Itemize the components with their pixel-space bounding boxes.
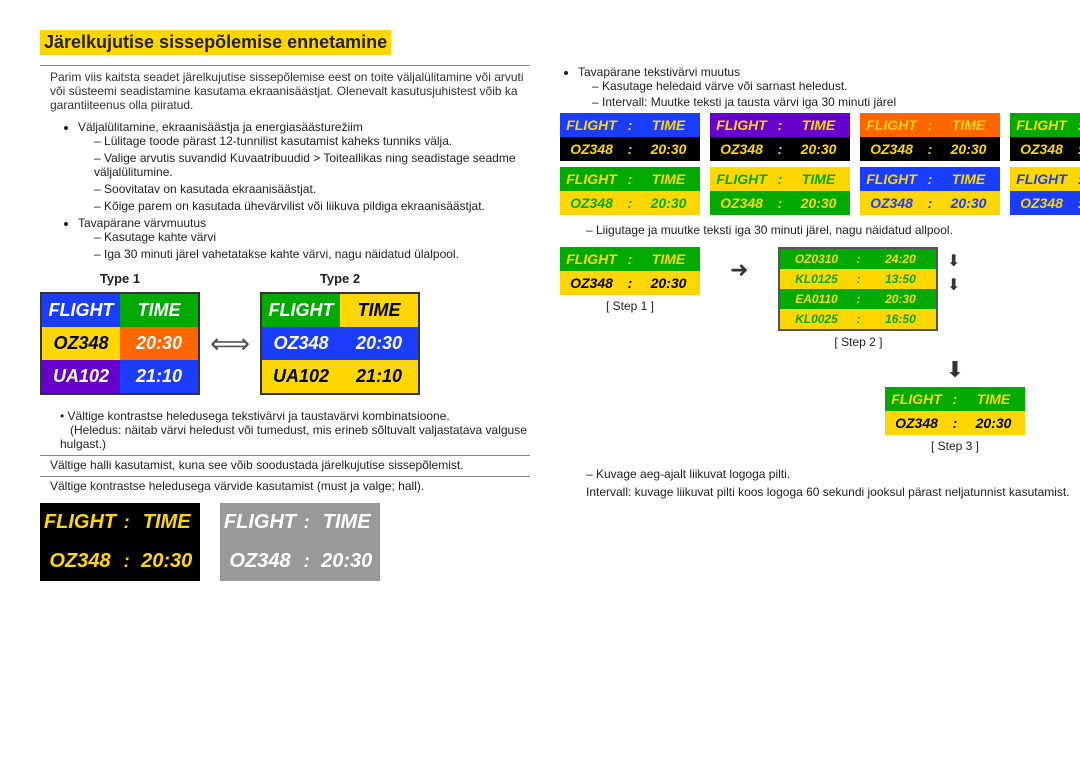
scroll-board: OZ0310 : 24:20 KL0125 : 13:50 EA0110	[778, 247, 938, 331]
color-board-5: FLIGHT : TIME OZ348 : 20:30	[560, 167, 700, 215]
boards-row: FLIGHT TIME OZ348 20:30 UA102 21:10 ⟺	[40, 292, 530, 395]
type1-board: FLIGHT TIME OZ348 20:30 UA102 21:10	[40, 292, 200, 395]
step2-col: OZ0310 : 24:20 KL0125 : 13:50 EA0110	[778, 247, 938, 349]
color-board-8: FLIGHT : TIME OZ348 : 20:30	[1010, 167, 1080, 215]
t1-ua102: UA102	[42, 360, 120, 393]
color-variant-grid: FLIGHT : TIME OZ348 : 20:30 FLIGHT : TIM…	[560, 113, 1080, 161]
type-row: Type 1 Type 2	[40, 271, 530, 286]
scroll-arrows: ⬇ ⬇	[947, 251, 960, 295]
warn3: Vältige kontrastse heledusega värvide ka…	[40, 476, 530, 493]
sub-1-4: Kõige parem on kasutada ühevärvilist või…	[94, 199, 530, 213]
warn2: Vältige halli kasutamist, kuna see võib …	[40, 455, 530, 472]
bullet-2: Tavapärane värvmuutus Kasutage kahte vär…	[78, 216, 530, 261]
color-board-1: FLIGHT : TIME OZ348 : 20:30	[560, 113, 700, 161]
t2-time-header: TIME	[340, 294, 418, 327]
type1-label: Type 1	[40, 271, 200, 286]
right-column: Tavapärane tekstivärvi muutus Kasutage h…	[560, 65, 1080, 581]
sub-1-2: Valige arvutis suvandid Kuvaatribuudid >…	[94, 151, 530, 179]
color-board-7: FLIGHT : TIME OZ348 : 20:30	[860, 167, 1000, 215]
note-scroll: – Liigutage ja muutke teksti iga 30 minu…	[560, 223, 1080, 237]
step2-label: [ Step 2 ]	[834, 335, 882, 349]
double-arrow: ⟺	[210, 327, 250, 360]
bad-board-2: FLIGHT : TIME OZ348 : 20:30	[220, 503, 380, 581]
t1-time-header: TIME	[120, 294, 198, 327]
bad-boards: FLIGHT : TIME OZ348 : 20:30 FLIGHT : TIM…	[40, 503, 530, 581]
step3-col: FLIGHT : TIME OZ348 : 20:30 [ Step 3 ]	[760, 387, 1080, 453]
t1-time2: 21:10	[120, 360, 198, 393]
color-board-2: FLIGHT : TIME OZ348 : 20:30	[710, 113, 850, 161]
warnings: • Vältige kontrastse heledusega tekstivä…	[40, 409, 530, 493]
t2-time2: 21:10	[340, 360, 418, 393]
arrow-down-step3: ⬇	[760, 357, 1080, 383]
logo-notes: – Kuvage aeg-ajalt liikuvat logoga pilti…	[560, 467, 1080, 499]
sub-2-2: Iga 30 minuti järel vahetatakse kahte vä…	[94, 247, 530, 261]
step1-label: [ Step 1 ]	[606, 299, 654, 313]
bad-board-1: FLIGHT : TIME OZ348 : 20:30	[40, 503, 200, 581]
t1-time1: 20:30	[120, 327, 198, 360]
left-column: Parim viis kaitsta seadet järelkujutise …	[40, 65, 530, 581]
sub-2-1: Kasutage kahte värvi	[94, 230, 530, 244]
t2-oz348: OZ348	[262, 327, 340, 360]
page-title: Järelkujutise sissepõlemise ennetamine	[40, 30, 391, 55]
bullet-section-left: Väljalülitamine, ekraanisäästja ja energ…	[60, 120, 530, 261]
color-variant-grid-2: FLIGHT : TIME OZ348 : 20:30 FLIGHT : TIM…	[560, 167, 1080, 215]
bullet-1: Väljalülitamine, ekraanisäästja ja energ…	[78, 120, 530, 213]
intro-text: Parim viis kaitsta seadet järelkujutise …	[40, 65, 530, 112]
type2-board: FLIGHT TIME OZ348 20:30 UA102 21:10	[260, 292, 420, 395]
t2-ua102: UA102	[262, 360, 340, 393]
color-board-6: FLIGHT : TIME OZ348 : 20:30	[710, 167, 850, 215]
color-board-4: FLIGHT : TIME OZ348 : 20:30	[1010, 113, 1080, 161]
logo-note-1: – Kuvage aeg-ajalt liikuvat logoga pilti…	[560, 467, 1080, 481]
type2-label: Type 2	[260, 271, 420, 286]
steps-section: FLIGHT : TIME OZ348 : 20:30 [ Step 1 ]	[560, 247, 1080, 453]
t1-flight-header: FLIGHT	[42, 294, 120, 327]
logo-note-2: Intervall: kuvage liikuvat pilti koos lo…	[560, 485, 1080, 499]
color-board-3: FLIGHT : TIME OZ348 : 20:30	[860, 113, 1000, 161]
t2-flight-header: FLIGHT	[262, 294, 340, 327]
t1-oz348: OZ348	[42, 327, 120, 360]
arrow-step1-step2: ➜	[730, 257, 748, 283]
step3-label: [ Step 3 ]	[931, 439, 979, 453]
step-row-1-2: FLIGHT : TIME OZ348 : 20:30 [ Step 1 ]	[560, 247, 1080, 349]
step1-col: FLIGHT : TIME OZ348 : 20:30 [ Step 1 ]	[560, 247, 700, 313]
sub-1-3: Soovitatav on kasutada ekraanisäästjat.	[94, 182, 530, 196]
sub-1-1: Lülitage toode pärast 12-tunnilist kasut…	[94, 134, 530, 148]
t2-time1: 20:30	[340, 327, 418, 360]
right-bullets: Tavapärane tekstivärvi muutus Kasutage h…	[560, 65, 1080, 109]
